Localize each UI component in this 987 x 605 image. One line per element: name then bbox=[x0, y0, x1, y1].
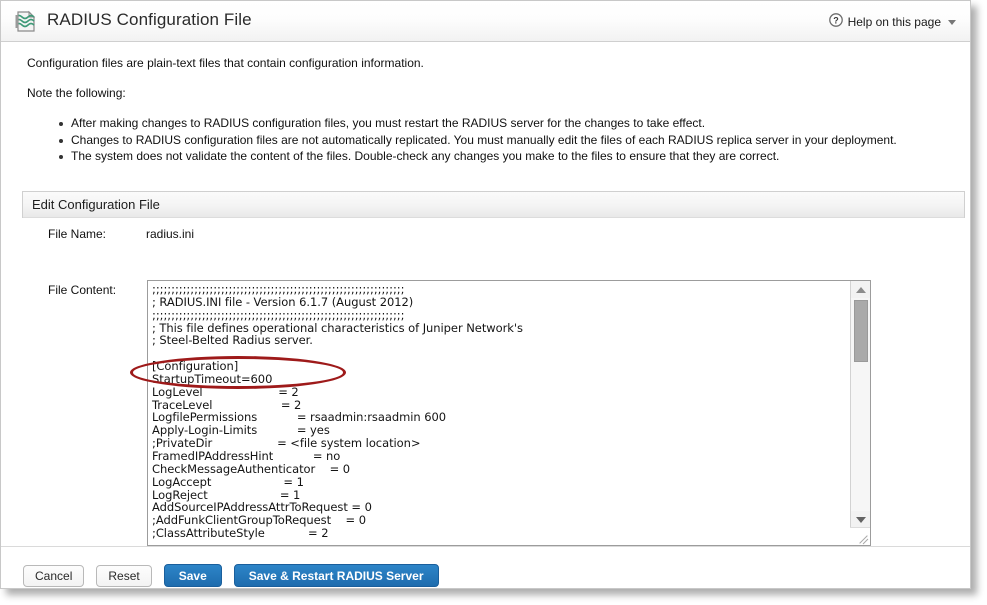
page-title: RADIUS Configuration File bbox=[47, 10, 252, 29]
button-bar: Cancel Reset Save Save & Restart RADIUS … bbox=[1, 546, 970, 590]
list-item: Changes to RADIUS configuration files ar… bbox=[59, 133, 906, 149]
textarea-scrollbar[interactable] bbox=[850, 281, 870, 545]
file-name-label: File Name: bbox=[48, 227, 107, 241]
intro-section: Configuration files are plain-text files… bbox=[1, 42, 970, 165]
section-header-title: Edit Configuration File bbox=[23, 192, 964, 218]
file-content-input[interactable]: ;;;;;;;;;;;;;;;;;;;;;;;;;;;;;;;;;;;;;;;;… bbox=[148, 281, 849, 545]
chevron-down-icon bbox=[948, 20, 956, 25]
title-bar: RADIUS Configuration File ? Help on this… bbox=[1, 1, 970, 42]
file-name-row: File Name: radius.ini bbox=[22, 223, 965, 251]
config-file-icon bbox=[15, 10, 37, 34]
help-link-label: Help on this page bbox=[847, 14, 941, 29]
list-item: The system does not validate the content… bbox=[59, 149, 906, 165]
file-name-value: radius.ini bbox=[146, 227, 195, 241]
scroll-up-arrow-icon[interactable] bbox=[851, 281, 870, 298]
notes-list: After making changes to RADIUS configura… bbox=[27, 116, 944, 165]
file-content-label: File Content: bbox=[48, 283, 117, 297]
page-panel: RADIUS Configuration File ? Help on this… bbox=[0, 0, 971, 589]
save-button[interactable]: Save bbox=[163, 564, 222, 587]
reset-button[interactable]: Reset bbox=[96, 564, 152, 587]
save-and-restart-radius-server-button[interactable]: Save & Restart RADIUS Server bbox=[233, 564, 439, 587]
note-heading: Note the following: bbox=[27, 86, 126, 100]
configuration-form: File Name: radius.ini File Content: ;;;;… bbox=[22, 223, 965, 546]
intro-paragraph: Configuration files are plain-text files… bbox=[27, 56, 424, 70]
scrollbar-thumb[interactable] bbox=[854, 300, 868, 362]
help-on-this-page-link[interactable]: ? Help on this page bbox=[828, 13, 956, 30]
scroll-down-arrow-icon[interactable] bbox=[851, 511, 870, 528]
edit-configuration-section: Edit Configuration File bbox=[22, 191, 965, 218]
file-content-textarea-wrapper[interactable]: ;;;;;;;;;;;;;;;;;;;;;;;;;;;;;;;;;;;;;;;;… bbox=[147, 280, 871, 546]
textarea-resize-grip[interactable] bbox=[850, 527, 870, 545]
svg-text:?: ? bbox=[833, 15, 839, 25]
cancel-button[interactable]: Cancel bbox=[23, 564, 85, 587]
question-mark-icon: ? bbox=[828, 13, 843, 30]
list-item: After making changes to RADIUS configura… bbox=[59, 116, 906, 132]
